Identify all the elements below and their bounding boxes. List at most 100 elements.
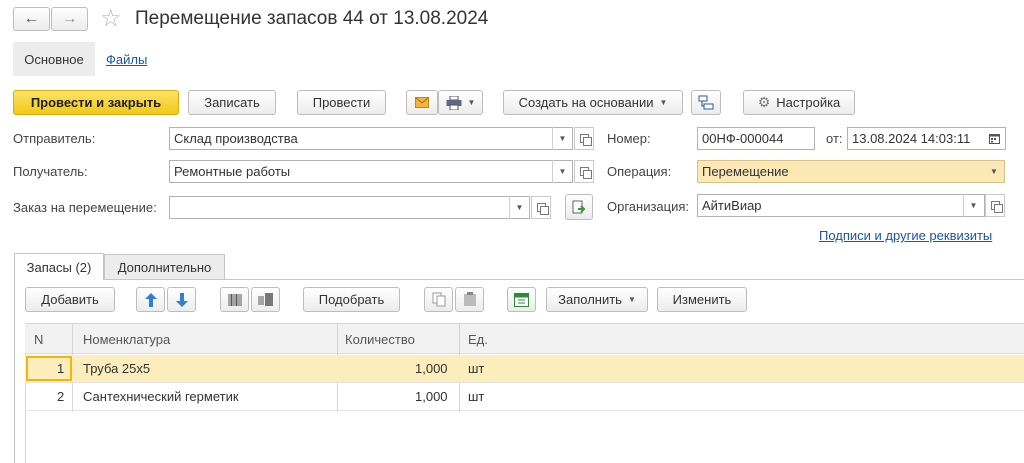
save-button[interactable]: Записать — [188, 90, 276, 115]
post-button[interactable]: Провести — [297, 90, 386, 115]
receiver-value: Ремонтные работы — [174, 164, 291, 179]
number-label: Номер: — [607, 131, 651, 146]
transfer-order-field[interactable] — [169, 196, 530, 219]
email-button[interactable] — [406, 90, 438, 115]
operation-label: Операция: — [607, 164, 672, 179]
column-header-item: Номенклатура — [83, 332, 171, 347]
paste-button[interactable] — [455, 287, 484, 312]
receiver-open-button[interactable] — [574, 160, 594, 183]
receiver-field[interactable]: Ремонтные работы — [169, 160, 573, 183]
move-down-icon — [175, 292, 188, 307]
pick-button[interactable]: Подобрать — [303, 287, 400, 312]
post-and-close-button[interactable]: Провести и закрыть — [13, 90, 179, 115]
organization-value: АйтиВиар — [702, 198, 762, 213]
barcode-icon — [228, 293, 241, 306]
window-title: Перемещение запасов 44 от 13.08.2024 — [135, 8, 489, 29]
tab-additional-label: Дополнительно — [117, 260, 212, 275]
sender-open-button[interactable] — [574, 127, 594, 150]
tab-stocks-label: Запасы (2) — [26, 259, 92, 275]
settings-button[interactable]: ⚙ Настройка — [743, 90, 855, 115]
excel-load-button[interactable] — [507, 287, 536, 312]
operation-dropdown[interactable]: ▼ — [984, 160, 1004, 183]
number-field[interactable]: 00НФ-000044 — [697, 127, 815, 150]
create-based-on-button[interactable]: Создать на основании ▼ — [503, 90, 683, 115]
sender-field[interactable]: Склад производства — [169, 127, 573, 150]
receiver-label: Получатель: — [13, 164, 88, 179]
move-up-icon — [144, 292, 157, 307]
transfer-order-label: Заказ на перемещение: — [13, 200, 157, 215]
open-icon — [579, 167, 592, 179]
table-row[interactable]: 2 Сантехнический герметик 1,000 шт — [25, 383, 1024, 411]
fill-button[interactable]: Заполнить ▼ — [546, 287, 648, 312]
copy-button[interactable] — [424, 287, 453, 312]
chevron-down-icon: ▼ — [627, 295, 636, 304]
sender-label: Отправитель: — [13, 131, 96, 146]
barcode-search-button[interactable] — [220, 287, 249, 312]
row-item: Труба 25х5 — [83, 361, 151, 376]
row-unit: шт — [468, 361, 485, 376]
copy-icon — [432, 292, 445, 307]
calendar-icon — [988, 134, 1000, 144]
organization-label: Организация: — [607, 199, 690, 214]
organization-dropdown[interactable]: ▼ — [963, 194, 983, 217]
document-link-icon — [572, 200, 585, 213]
sender-dropdown[interactable]: ▼ — [552, 127, 572, 150]
envelope-icon — [415, 97, 429, 108]
printer-icon — [446, 95, 462, 110]
move-up-button[interactable] — [136, 287, 165, 312]
operation-value: Перемещение — [702, 164, 789, 179]
tab-stocks[interactable]: Запасы (2) — [14, 253, 104, 280]
fill-label: Заполнить — [558, 292, 622, 307]
report-structure-icon — [698, 95, 714, 109]
barcode-device-button[interactable] — [251, 287, 280, 312]
organization-field[interactable]: АйтиВиар — [697, 194, 985, 217]
settings-label: Настройка — [776, 95, 841, 110]
chevron-down-icon: ▼ — [659, 98, 668, 107]
number-value: 00НФ-000044 — [702, 131, 784, 146]
row-item: Сантехнический герметик — [83, 389, 239, 404]
move-down-button[interactable] — [167, 287, 196, 312]
gear-icon: ⚙ — [757, 94, 771, 110]
report-structure-button[interactable] — [691, 90, 721, 115]
table-header: N Номенклатура Количество Ед. — [25, 324, 1024, 354]
back-button[interactable]: ← — [13, 7, 50, 31]
files-link[interactable]: Файлы — [106, 52, 147, 67]
create-based-on-label: Создать на основании — [518, 95, 654, 110]
row-number: 1 — [57, 361, 65, 376]
barcode-device-icon — [258, 293, 273, 306]
sender-value: Склад производства — [174, 131, 298, 146]
excel-icon — [514, 292, 529, 307]
date-value: 13.08.2024 14:03:11 — [852, 131, 971, 146]
back-arrow-icon: ← — [23, 10, 40, 27]
paste-icon — [463, 292, 476, 306]
tab-main-label: Основное — [24, 51, 84, 67]
forward-arrow-icon: → — [61, 10, 78, 27]
print-button[interactable]: ▼ — [438, 90, 483, 115]
row-number: 2 — [57, 389, 65, 404]
table-row[interactable]: 1 Труба 25х5 1,000 шт — [25, 355, 1024, 383]
tab-main[interactable]: Основное — [13, 42, 95, 76]
date-label: от: — [826, 131, 843, 146]
receiver-dropdown[interactable]: ▼ — [552, 160, 572, 183]
edit-button[interactable]: Изменить — [657, 287, 747, 312]
favorite-star-icon[interactable]: ☆ — [100, 4, 122, 33]
column-header-n: N — [34, 332, 44, 347]
operation-field[interactable]: Перемещение — [697, 160, 1005, 183]
organization-open-button[interactable] — [985, 194, 1005, 217]
row-number-cell — [26, 356, 72, 381]
open-icon — [579, 134, 592, 146]
open-icon — [536, 203, 549, 215]
forward-button[interactable]: → — [51, 7, 88, 31]
calendar-button[interactable] — [983, 128, 1005, 149]
fill-by-order-button[interactable] — [565, 194, 593, 220]
transfer-order-dropdown[interactable]: ▼ — [509, 196, 529, 219]
add-button[interactable]: Добавить — [25, 287, 115, 312]
signatures-link[interactable]: Подписи и другие реквизиты — [819, 228, 992, 243]
chevron-down-icon: ▼ — [467, 98, 476, 107]
row-qty: 1,000 — [415, 389, 448, 404]
open-icon — [990, 201, 1003, 213]
row-unit: шт — [468, 389, 485, 404]
row-qty: 1,000 — [415, 361, 448, 376]
transfer-order-open-button[interactable] — [531, 196, 551, 219]
tab-additional[interactable]: Дополнительно — [104, 254, 225, 280]
